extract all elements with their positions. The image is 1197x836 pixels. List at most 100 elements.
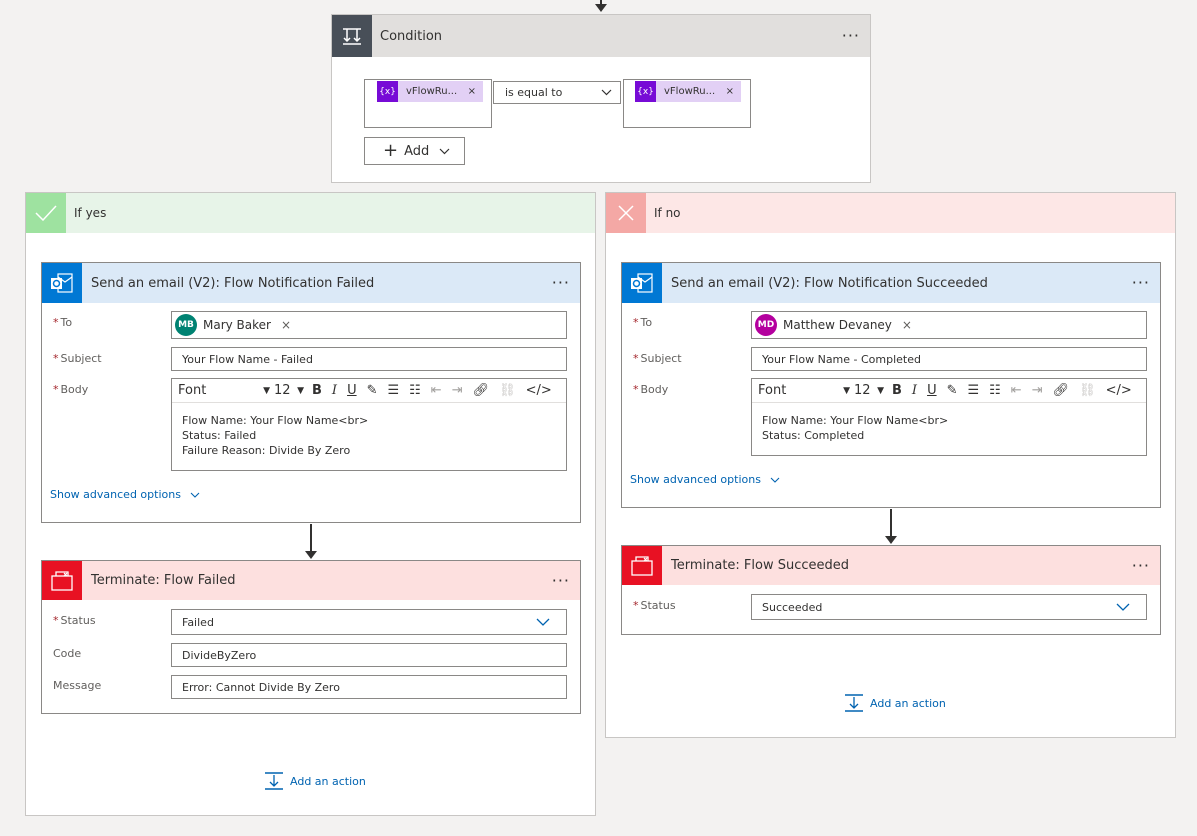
add-label: Add bbox=[404, 143, 430, 159]
email-more-menu[interactable]: ··· bbox=[552, 275, 570, 291]
condition-right-operand[interactable]: {x} vFlowRu... × bbox=[623, 79, 751, 128]
indent-icon[interactable]: ⇥ bbox=[452, 383, 463, 398]
bold-icon[interactable]: B bbox=[312, 383, 322, 398]
condition-title: Condition bbox=[380, 28, 443, 44]
status-dropdown[interactable]: Succeeded bbox=[751, 594, 1147, 620]
email-action-title: Send an email (V2): Flow Notification Su… bbox=[671, 275, 988, 291]
chevron-down-icon bbox=[191, 492, 200, 498]
terminate-action-header[interactable]: Terminate: Flow Failed ··· bbox=[42, 561, 580, 600]
to-label: * To bbox=[53, 316, 72, 329]
avatar: MB bbox=[175, 314, 197, 336]
recipient-chip[interactable]: MD Matthew Devaney × bbox=[755, 314, 912, 336]
show-advanced-options-link[interactable]: Show advanced options bbox=[630, 473, 780, 486]
required-marker: * bbox=[53, 383, 59, 396]
body-label-text: Body bbox=[60, 383, 89, 396]
flow-connector-arrowhead bbox=[885, 536, 897, 544]
condition-add-button[interactable]: + Add bbox=[364, 137, 465, 165]
caret-down-icon: ▼ bbox=[843, 385, 850, 396]
outdent-icon[interactable]: ⇤ bbox=[1011, 383, 1022, 398]
body-content[interactable]: Flow Name: Your Flow Name<br> Status: Fa… bbox=[172, 403, 566, 467]
if-no-header[interactable]: If no bbox=[606, 193, 1175, 233]
brush-icon[interactable]: ✎ bbox=[947, 383, 958, 398]
underline-icon[interactable]: U bbox=[347, 383, 357, 398]
to-label-text: To bbox=[640, 316, 653, 329]
condition-header[interactable]: Condition ··· bbox=[332, 15, 870, 57]
terminate-more-menu[interactable]: ··· bbox=[1132, 557, 1150, 574]
status-label-text: Status bbox=[640, 599, 676, 612]
brush-icon[interactable]: ✎ bbox=[367, 383, 378, 398]
font-dropdown[interactable]: Font ▼ bbox=[758, 383, 850, 398]
link-icon[interactable]: 🔗︎ bbox=[1053, 383, 1070, 398]
plus-icon: + bbox=[383, 140, 399, 161]
avatar: MD bbox=[755, 314, 777, 336]
editor-toolbar: Font ▼ 12 ▼ B I U ✎ ☰ ☷ ⇤ ⇥ 🔗︎ ⛓︎ </> bbox=[752, 379, 1146, 403]
terminate-action-header[interactable]: Terminate: Flow Succeeded ··· bbox=[622, 546, 1160, 585]
bullet-list-icon[interactable]: ☰ bbox=[387, 383, 399, 398]
link-icon[interactable]: 🔗︎ bbox=[473, 383, 490, 398]
recipient-chip[interactable]: MB Mary Baker × bbox=[175, 314, 291, 336]
recipient-name: Mary Baker bbox=[203, 318, 271, 332]
unlink-icon[interactable]: ⛓︎ bbox=[1079, 383, 1096, 398]
underline-icon[interactable]: U bbox=[927, 383, 937, 398]
numbered-list-icon[interactable]: ☷ bbox=[989, 383, 1001, 398]
email-more-menu[interactable]: ··· bbox=[1132, 275, 1150, 291]
body-content[interactable]: Flow Name: Your Flow Name<br> Status: Co… bbox=[752, 403, 1146, 452]
variable-token[interactable]: {x} vFlowRu... × bbox=[635, 81, 741, 102]
token-remove-icon[interactable]: × bbox=[468, 86, 483, 97]
condition-card: Condition ··· {x} vFlowRu... × is equal … bbox=[331, 14, 871, 183]
numbered-list-icon[interactable]: ☷ bbox=[409, 383, 421, 398]
terminate-icon bbox=[622, 546, 662, 585]
font-dropdown[interactable]: Font ▼ bbox=[178, 383, 270, 398]
token-label: vFlowRu... bbox=[406, 86, 458, 97]
token-label: vFlowRu... bbox=[664, 86, 716, 97]
bullet-list-icon[interactable]: ☰ bbox=[967, 383, 979, 398]
condition-operator-dropdown[interactable]: is equal to bbox=[493, 81, 621, 104]
subject-field[interactable]: Your Flow Name - Failed bbox=[171, 347, 567, 371]
bold-icon[interactable]: B bbox=[892, 383, 902, 398]
variable-token[interactable]: {x} vFlowRu... × bbox=[377, 81, 483, 102]
terminate-action-title: Terminate: Flow Failed bbox=[91, 573, 236, 588]
body-editor[interactable]: Font ▼ 12 ▼ B I U ✎ ☰ ☷ ⇤ ⇥ 🔗︎ ⛓︎ </> Flow… bbox=[171, 378, 567, 471]
outdent-icon[interactable]: ⇤ bbox=[431, 383, 442, 398]
font-size-dropdown[interactable]: 12 ▼ bbox=[274, 383, 304, 398]
code-view-icon[interactable]: </> bbox=[1106, 383, 1132, 398]
code-view-icon[interactable]: </> bbox=[526, 383, 552, 398]
condition-left-operand[interactable]: {x} vFlowRu... × bbox=[364, 79, 492, 128]
status-value: Succeeded bbox=[762, 600, 823, 614]
add-an-action-button[interactable]: Add an action bbox=[264, 771, 366, 791]
add-an-action-button[interactable]: Add an action bbox=[844, 693, 946, 713]
if-no-title: If no bbox=[654, 206, 681, 220]
check-icon bbox=[26, 193, 66, 233]
font-size-dropdown[interactable]: 12 ▼ bbox=[854, 383, 884, 398]
email-action-header[interactable]: Send an email (V2): Flow Notification Su… bbox=[622, 263, 1160, 303]
to-field[interactable]: MD Matthew Devaney × bbox=[751, 311, 1147, 339]
caret-down-icon: ▼ bbox=[877, 385, 884, 396]
close-icon[interactable]: × bbox=[902, 318, 912, 332]
indent-icon[interactable]: ⇥ bbox=[1032, 383, 1043, 398]
if-yes-header[interactable]: If yes bbox=[26, 193, 595, 233]
email-action-card: Send an email (V2): Flow Notification Fa… bbox=[41, 262, 581, 523]
italic-icon[interactable]: I bbox=[912, 383, 917, 398]
status-label: * Status bbox=[633, 599, 676, 612]
token-remove-icon[interactable]: × bbox=[726, 86, 741, 97]
chevron-down-icon bbox=[439, 148, 450, 154]
variable-icon: {x} bbox=[635, 81, 656, 102]
show-advanced-options-link[interactable]: Show advanced options bbox=[50, 488, 200, 501]
to-field[interactable]: MB Mary Baker × bbox=[171, 311, 567, 339]
status-dropdown[interactable]: Failed bbox=[171, 609, 567, 635]
to-label-text: To bbox=[60, 316, 73, 329]
condition-more-menu[interactable]: ··· bbox=[842, 28, 860, 44]
terminate-more-menu[interactable]: ··· bbox=[552, 572, 570, 589]
italic-icon[interactable]: I bbox=[332, 383, 337, 398]
advanced-label: Show advanced options bbox=[50, 488, 181, 501]
subject-field[interactable]: Your Flow Name - Completed bbox=[751, 347, 1147, 371]
message-field[interactable]: Error: Cannot Divide By Zero bbox=[171, 675, 567, 699]
font-size-value: 12 bbox=[854, 383, 871, 398]
body-editor[interactable]: Font ▼ 12 ▼ B I U ✎ ☰ ☷ ⇤ ⇥ 🔗︎ ⛓︎ </> Flow… bbox=[751, 378, 1147, 456]
email-action-header[interactable]: Send an email (V2): Flow Notification Fa… bbox=[42, 263, 580, 303]
required-marker: * bbox=[53, 352, 59, 365]
code-field[interactable]: DivideByZero bbox=[171, 643, 567, 667]
unlink-icon[interactable]: ⛓︎ bbox=[499, 383, 516, 398]
close-icon[interactable]: × bbox=[281, 318, 291, 332]
outlook-icon bbox=[622, 263, 662, 303]
